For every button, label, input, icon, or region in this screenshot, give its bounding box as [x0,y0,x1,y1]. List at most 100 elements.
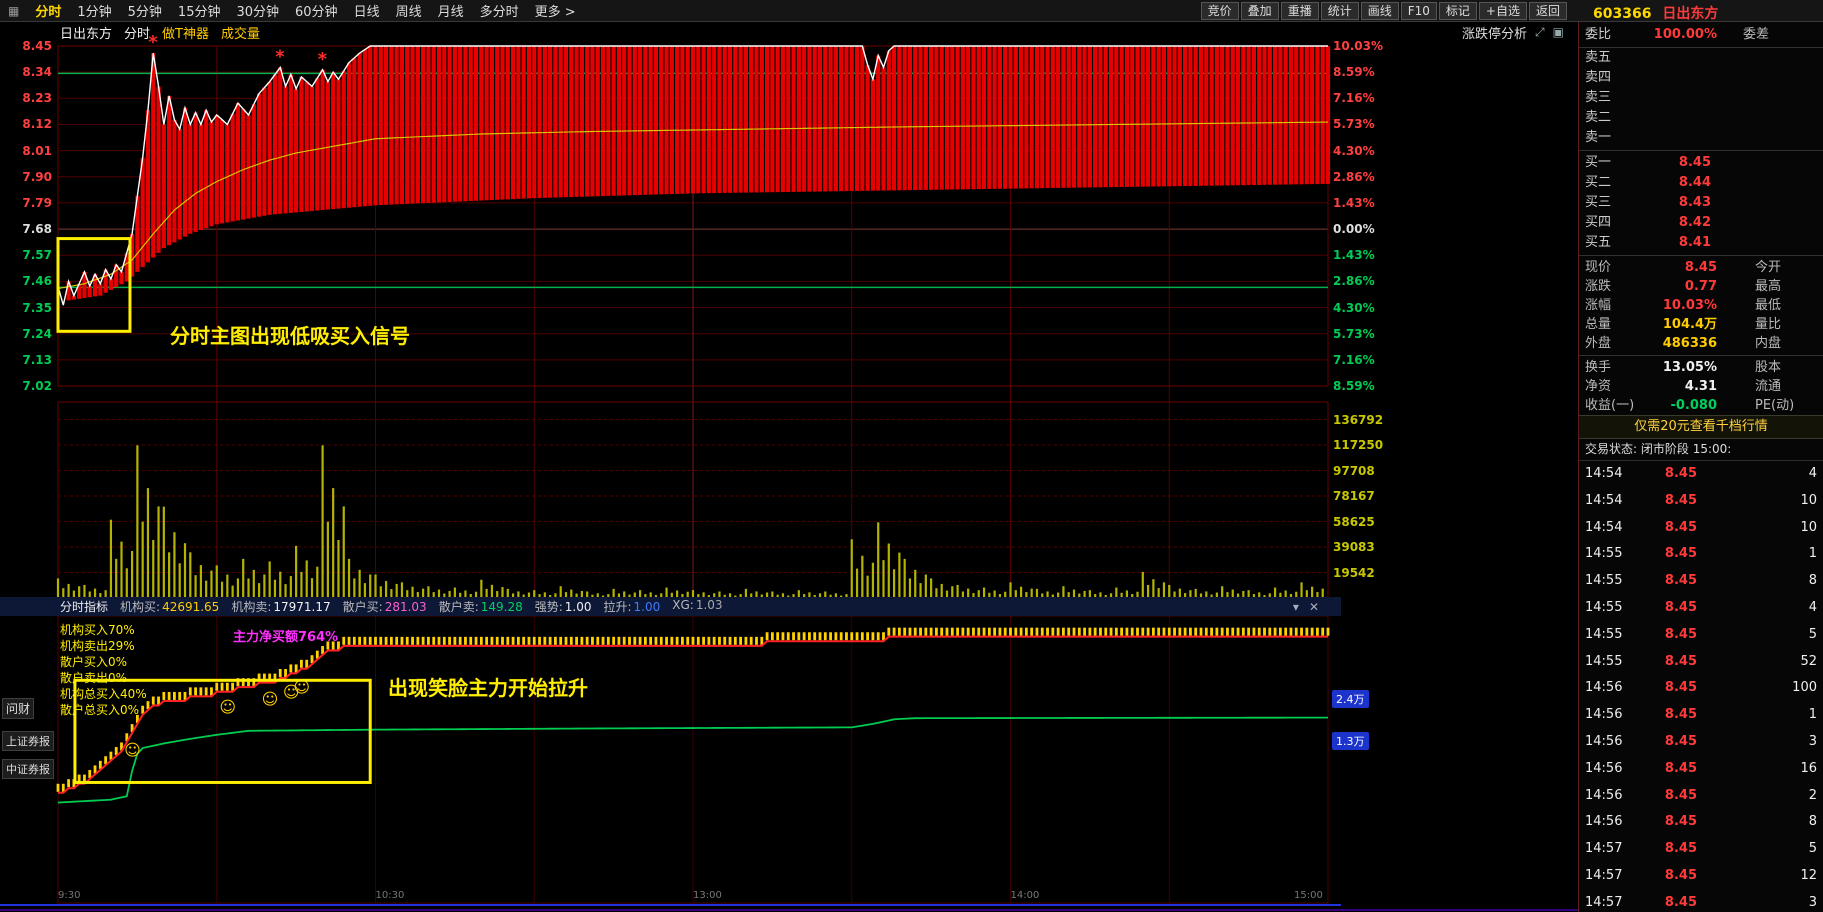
tick-row: 14:54 8.45 4 [1579,461,1823,488]
quote-info-row: 外盘 486336 内盘 [1579,334,1823,353]
tick-row: 14:55 8.45 4 [1579,595,1823,622]
weibi-row: 委比 100.00% 委差 [1579,22,1823,48]
sell-queue-row: 卖一 [1579,128,1823,148]
close-icon[interactable]: ✕ [1309,600,1319,614]
period-menu-item[interactable]: 周线 [388,1,430,20]
indicator-header: 分时指标 机构买:42691.65机构卖:17971.17散户买:281.03散… [0,597,1341,616]
stock-ticker: 603366 日出东方 [1593,3,1718,23]
tick-row: 14:56 8.45 8 [1579,809,1823,836]
percent-axis-label: 5.73% [1333,116,1375,132]
tick-list[interactable]: 14:54 8.45 4 14:54 8.45 10 14:54 8.45 10… [1579,461,1823,912]
price-axis-label: 7.46 [2,273,52,289]
divider [1579,355,1823,356]
tick-row: 14:55 8.45 1 [1579,541,1823,568]
percent-axis-label: 2.86% [1333,169,1375,185]
period-menu-item[interactable]: 更多 > [527,1,584,20]
percent-axis-label: 5.73% [1333,326,1375,342]
stock-name: 日出东方 [1662,6,1718,22]
volume-axis-label: 78167 [1333,488,1375,504]
weibi-value: 100.00% [1625,22,1717,48]
promo-banner[interactable]: 仅需20元查看千档行情 [1579,415,1823,439]
toolbar-button[interactable]: +自选 [1479,2,1527,20]
limit-analysis-tab[interactable]: 涨跌停分析 [1462,23,1527,42]
toolbar-button[interactable]: 返回 [1529,2,1567,20]
percent-axis-label: 8.59% [1333,378,1375,394]
toolbar-button[interactable]: 标记 [1439,2,1477,20]
indicator-field: 强势:1.00 [535,598,592,615]
tick-row: 14:56 8.45 1 [1579,702,1823,729]
sidebar-tab-shanghai-news[interactable]: 上证券报 [2,731,54,751]
expand-icon[interactable]: ⤢ [1535,25,1545,40]
price-axis-label: 8.01 [2,143,52,159]
chart-area: ***☺☺☺☺☺ 日出东方分时做T神器成交量 涨跌停分析 ⤢ ▣ 分时指标 机构… [0,22,1578,912]
period-menu-item[interactable]: 分时 [27,1,69,20]
sell-queue-row: 卖二 [1579,108,1823,128]
indicator-field: 机构卖:17971.17 [231,598,330,615]
svg-text:☺: ☺ [124,741,141,760]
net-buy-annotation: 主力净买额764% [233,626,338,645]
buy-queue-row: 买一 8.45 [1579,153,1823,173]
smiley-signal-annotation: 出现笑脸主力开始拉升 [388,672,588,701]
toolbar-button[interactable]: 画线 [1361,2,1399,20]
toolbar-button[interactable]: 叠加 [1241,2,1279,20]
percent-axis-label: 2.86% [1333,273,1375,289]
price-axis-label: 7.24 [2,326,52,342]
tick-row: 14:57 8.45 5 [1579,836,1823,863]
indicator-value-tag: 2.4万 [1332,690,1369,708]
panel-icon[interactable]: ▣ [1553,25,1564,39]
price-axis-label: 8.12 [2,116,52,132]
quote-info-row: 总量 104.4万 量比 [1579,315,1823,334]
sidebar-tab-china-news[interactable]: 中证券报 [2,759,54,779]
percent-axis-label: 7.16% [1333,352,1375,368]
period-menu-item[interactable]: 多分时 [472,1,527,20]
sidebar-tab-wencai[interactable]: 问财 [2,698,34,719]
time-axis-label: 9:30 [58,888,80,904]
buy-queue-row: 买四 8.42 [1579,213,1823,233]
volume-axis-label: 117250 [1333,437,1383,453]
period-menu-item[interactable]: 30分钟 [228,1,287,20]
tick-row: 14:54 8.45 10 [1579,488,1823,515]
period-menu-item[interactable]: 日线 [346,1,388,20]
quote-info-row: 现价 8.45 今开 [1579,258,1823,277]
quote-info-row: 净资 4.31 流通 [1579,377,1823,396]
price-axis-label: 7.13 [2,352,52,368]
tick-row: 14:55 8.45 52 [1579,649,1823,676]
time-axis-label: 14:00 [1011,888,1040,904]
percent-axis-label: 0.00% [1333,221,1375,237]
quote-info-row: 涨幅 10.03% 最低 [1579,296,1823,315]
period-menu-item[interactable]: 15分钟 [170,1,229,20]
collapse-icon[interactable]: ▾ [1293,600,1299,614]
tick-row: 14:55 8.45 8 [1579,568,1823,595]
period-menu-item[interactable]: 月线 [430,1,472,20]
tick-row: 14:56 8.45 16 [1579,756,1823,783]
divider [1579,150,1823,151]
app-icon[interactable]: ▦ [0,4,27,18]
toolbar-button[interactable]: F10 [1401,2,1437,20]
period-menu-item[interactable]: 60分钟 [287,1,346,20]
indicator-stat-label: 机构卖出29% [60,638,135,654]
tick-row: 14:55 8.45 5 [1579,622,1823,649]
toolbar-button[interactable]: 重播 [1281,2,1319,20]
quote-info-top: 现价 8.45 今开 涨跌 0.77 最高 涨幅 10.03% 最低 总量 10… [1579,258,1823,353]
svg-text:☺: ☺ [219,698,236,717]
indicator-field: 机构买:42691.65 [120,598,219,615]
trading-status: 交易状态: 闭市阶段 15:00: [1579,439,1823,461]
period-menu: 分时1分钟5分钟15分钟30分钟60分钟日线周线月线多分时更多 > [27,1,583,20]
tick-row: 14:54 8.45 10 [1579,515,1823,542]
period-menu-item[interactable]: 5分钟 [120,1,170,20]
svg-text:*: * [318,49,328,70]
percent-axis-label: 8.59% [1333,64,1375,80]
toolbar-button[interactable]: 统计 [1321,2,1359,20]
trading-status-value: 闭市阶段 15:00: [1641,442,1731,456]
sell-queue-row: 卖五 [1579,48,1823,68]
period-menu-item[interactable]: 1分钟 [69,1,119,20]
weibi-label: 委比 [1585,22,1625,48]
volume-axis-label: 97708 [1333,463,1375,479]
percent-axis-label: 1.43% [1333,247,1375,263]
tick-row: 14:57 8.45 12 [1579,863,1823,890]
indicator-stat-label: 机构买入70% [60,622,135,638]
indicator-field: 散户卖:149.28 [439,598,523,615]
volume-axis-label: 19542 [1333,565,1375,581]
toolbar-button[interactable]: 竞价 [1201,2,1239,20]
quote-info-row: 换手 13.05% 股本 [1579,358,1823,377]
